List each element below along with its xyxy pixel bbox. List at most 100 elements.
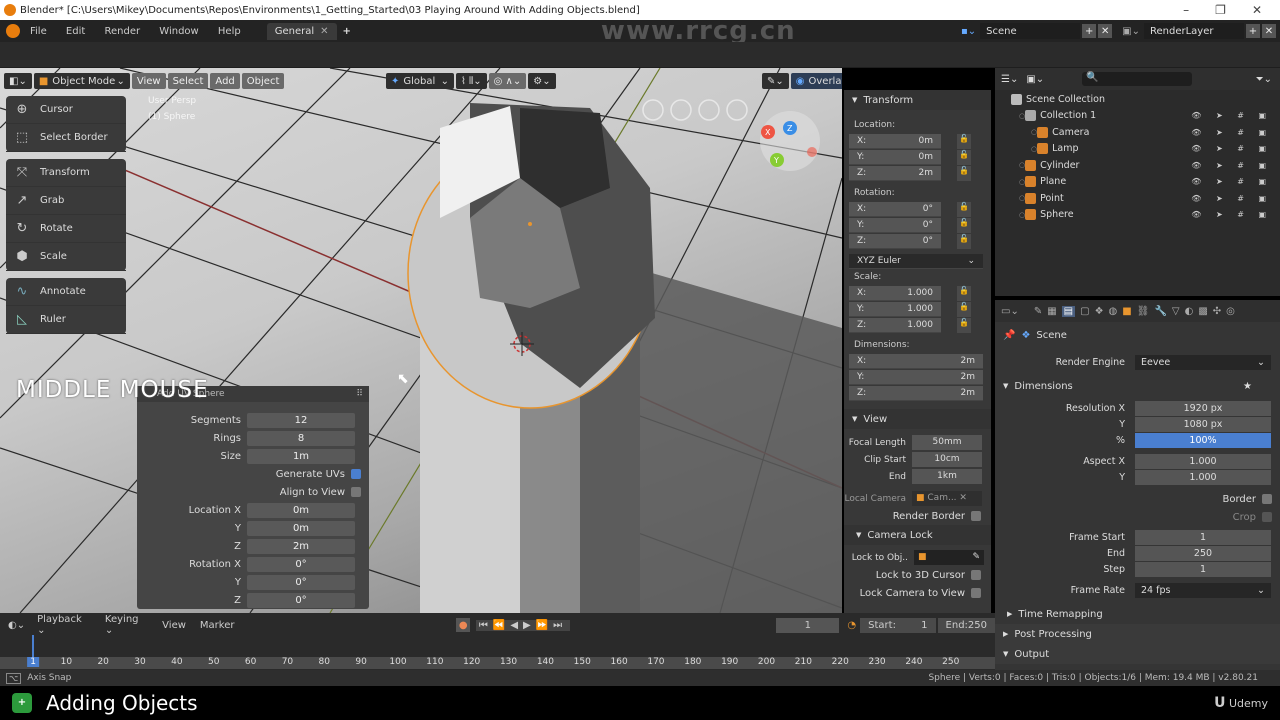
dimensions-section-header[interactable]: ▼ Dimensions ★ — [995, 376, 1280, 396]
menu-edit[interactable]: Edit — [66, 26, 85, 37]
tool-tab-icon[interactable]: ✎ — [1034, 306, 1042, 317]
output-section[interactable]: ▼ Output — [995, 644, 1280, 664]
lock-icon[interactable]: 🔓 — [957, 133, 971, 149]
pin-icon[interactable]: 📌 — [1003, 330, 1015, 341]
gizmo-toggle[interactable]: ✎⌄ — [762, 73, 789, 89]
dimensions-z-field[interactable]: Z: 2m — [849, 385, 983, 401]
view-layer-tab-icon[interactable]: ❖ — [1095, 306, 1104, 317]
generate-uvs-checkbox[interactable] — [351, 469, 361, 479]
render-tab-icon[interactable]: ▦ — [1047, 306, 1056, 317]
preview-range-icon[interactable]: ◔ — [847, 620, 856, 631]
tool-rotate[interactable]: ↻ Rotate — [6, 215, 126, 243]
menu-window[interactable]: Window — [159, 26, 198, 37]
close-button[interactable]: ✕ — [1252, 3, 1262, 17]
outliner-item[interactable]: ○ Sphere 👁 ➤ # ▣ — [995, 207, 1280, 224]
rotation-y-field[interactable]: 0° — [247, 574, 355, 590]
start-frame-field[interactable]: Start: 1 — [860, 617, 936, 633]
tool-annotate[interactable]: ∿ Annotate — [6, 278, 126, 306]
location-z-field[interactable]: 2m — [247, 538, 355, 554]
time-remapping-section[interactable]: ▶ Time Remapping — [995, 604, 1280, 624]
camera-lock-section-header[interactable]: ▼ Camera Lock — [844, 525, 991, 545]
lock-icon[interactable]: 🔓 — [957, 285, 971, 301]
tool-transform[interactable]: ⤧ Transform — [6, 159, 126, 187]
location-y-field[interactable]: Y: 0m — [849, 149, 941, 165]
material-tab-icon[interactable]: ◐ — [1185, 306, 1194, 317]
visibility-toggles[interactable]: 👁 ➤ # ▣ — [1191, 144, 1272, 153]
scene-icon[interactable]: ▪⌄ — [961, 26, 976, 37]
mode-selector[interactable]: ■ Object Mode ⌄ — [33, 73, 130, 89]
marker-menu[interactable]: Marker — [200, 620, 235, 631]
texture-tab-icon[interactable]: ▩ — [1198, 306, 1207, 317]
tool-grab[interactable]: ↗ Grab — [6, 187, 126, 215]
outliner-item[interactable]: ○ Camera 👁 ➤ # ▣ — [995, 124, 1280, 141]
lock-to-object-field[interactable]: ■ ✎ — [914, 550, 984, 565]
display-mode-button[interactable]: ▣⌄ — [1026, 74, 1044, 85]
drag-handle-icon[interactable]: ⠿ — [356, 389, 363, 399]
resolution-percent-slider[interactable]: 100% — [1135, 432, 1271, 448]
view-navigation-buttons[interactable] — [642, 99, 748, 121]
world-tab-icon[interactable]: ◍ — [1109, 306, 1118, 317]
constraints-tab-icon[interactable]: ⛓ — [1137, 306, 1150, 317]
editor-type-button[interactable]: ☰⌄ — [1001, 74, 1018, 85]
tool-select-border[interactable]: ⬚ Select Border — [6, 124, 126, 152]
timeline-ruler[interactable]: 1 10 20 30 40 50 60 70 80 90 100 110 120 130 140 150 160… — [0, 657, 995, 669]
object-tab-icon[interactable]: ■ — [1122, 306, 1131, 317]
render-layer-selector[interactable]: RenderLayer — [1144, 23, 1244, 39]
scene-tab-icon[interactable]: ▤ — [1061, 305, 1076, 317]
outliner-item[interactable]: ○ Cylinder 👁 ➤ # ▣ — [995, 157, 1280, 174]
outliner-item[interactable]: ○ Point 👁 ➤ # ▣ — [995, 190, 1280, 207]
menu-select[interactable]: Select — [167, 73, 209, 89]
visibility-toggles[interactable]: 👁 ➤ # ▣ — [1191, 111, 1272, 120]
lock-3d-cursor-checkbox[interactable] — [971, 570, 981, 580]
blender-menu-icon[interactable] — [6, 24, 20, 38]
record-button[interactable]: ● — [456, 618, 470, 632]
dimensions-x-field[interactable]: X: 2m — [849, 353, 983, 369]
aspect-x-field[interactable]: 1.000 — [1135, 453, 1271, 469]
outliner-item[interactable]: ○ Lamp 👁 ➤ # ▣ — [995, 141, 1280, 158]
frame-step-field[interactable]: 1 — [1135, 561, 1271, 577]
playback-menu[interactable]: Playback ⌄ — [37, 614, 91, 636]
location-x-field[interactable]: 0m — [247, 502, 355, 518]
particles-tab-icon[interactable]: ✣ — [1213, 306, 1221, 317]
clip-start-field[interactable]: 10cm — [912, 452, 982, 467]
align-to-view-checkbox[interactable] — [351, 487, 361, 497]
playback-controls[interactable]: ⏮⏪◀▶⏩⏭ — [475, 619, 571, 631]
render-border-checkbox[interactable] — [971, 511, 981, 521]
rotation-z-field[interactable]: 0° — [247, 592, 355, 608]
menu-file[interactable]: File — [30, 26, 47, 37]
add-render-layer-button[interactable]: + — [1246, 24, 1260, 38]
size-field[interactable]: 1m — [247, 448, 355, 464]
frame-start-field[interactable]: 1 — [1135, 529, 1271, 545]
remove-scene-button[interactable]: ✕ — [1098, 24, 1113, 38]
navigation-gizmo[interactable]: X Z Y — [760, 111, 820, 171]
end-frame-field[interactable]: End: 250 — [937, 617, 995, 633]
tool-ruler[interactable]: ◺ Ruler — [6, 306, 126, 334]
transform-section-header[interactable]: ▼ Transform — [844, 90, 991, 110]
menu-add[interactable]: Add — [210, 73, 240, 89]
minimize-button[interactable]: – — [1183, 3, 1189, 17]
modifiers-tab-icon[interactable]: 🔧 — [1154, 306, 1166, 317]
scale-x-field[interactable]: X: 1.000 — [849, 285, 941, 301]
border-checkbox[interactable] — [1262, 494, 1272, 504]
editor-type-button[interactable]: ◐⌄ — [8, 620, 25, 631]
render-engine-dropdown[interactable]: Eevee ⌄ — [1135, 354, 1271, 370]
remove-render-layer-button[interactable]: ✕ — [1262, 24, 1276, 38]
tool-scale[interactable]: ⬢ Scale — [6, 243, 126, 271]
location-z-field[interactable]: Z: 2m — [849, 165, 941, 181]
outliner-item[interactable]: ○ Plane 👁 ➤ # ▣ — [995, 174, 1280, 191]
lock-icon[interactable]: 🔓 — [957, 317, 971, 333]
3d-viewport[interactable]: X Z Y ◧⌄ ■ Object Mode ⌄ View Select Add O… — [0, 68, 842, 613]
editor-type-button[interactable]: ◧⌄ — [4, 73, 32, 89]
menu-object[interactable]: Object — [241, 73, 285, 89]
rotation-mode-dropdown[interactable]: XYZ Euler ⌄ — [849, 253, 983, 269]
preset-star-icon[interactable]: ★ — [1243, 381, 1252, 392]
proportional-edit-toggle[interactable]: ◎ ∧⌄ — [488, 73, 527, 89]
dimensions-y-field[interactable]: Y: 2m — [849, 369, 983, 385]
frame-end-field[interactable]: 250 — [1135, 545, 1271, 561]
editor-type-button[interactable]: ▭⌄ — [1001, 306, 1019, 317]
lock-icon[interactable]: 🔓 — [957, 301, 971, 317]
add-uv-sphere-panel[interactable]: Add UV Sphere ⠿ Segments 12 Rings 8 Size 1m … — [137, 386, 369, 609]
add-workspace-button[interactable]: + — [343, 26, 351, 37]
view-section-header[interactable]: ▼ View — [844, 409, 991, 429]
snap-toggle[interactable]: ⌇ ⫴⌄ — [456, 73, 487, 89]
